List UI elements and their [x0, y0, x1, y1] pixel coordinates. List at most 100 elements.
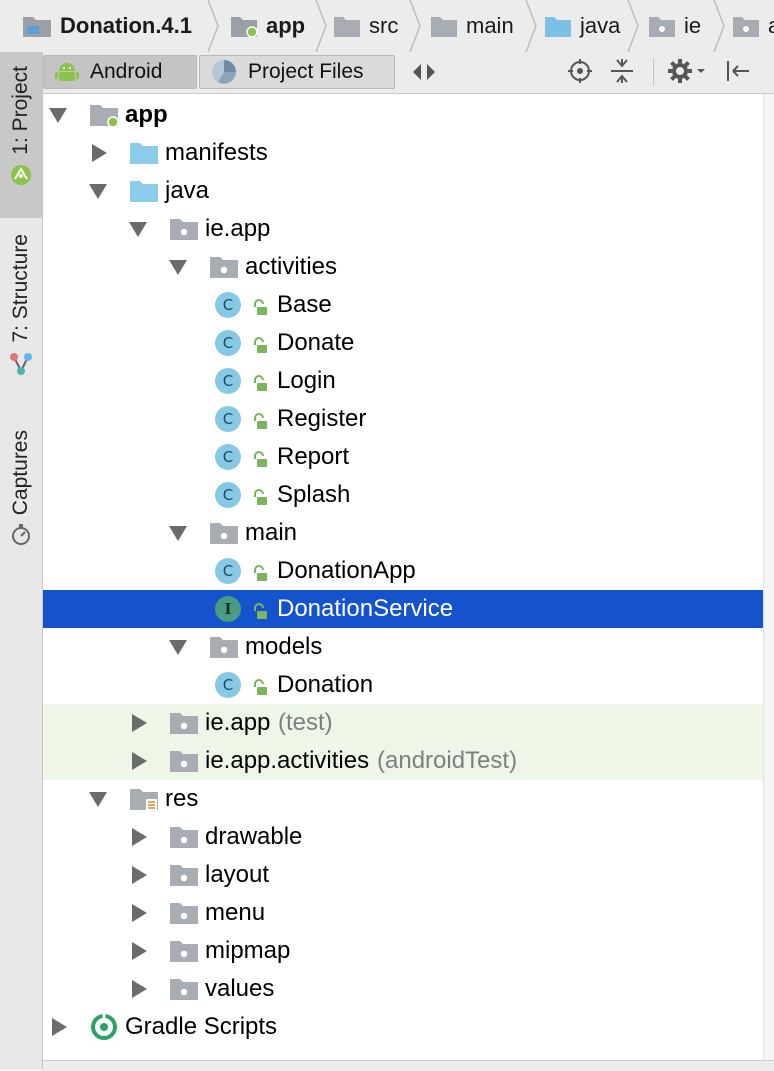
tree-item[interactable]: app	[43, 96, 764, 134]
collapse-all-icon[interactable]	[609, 58, 635, 84]
tree-item-label: models	[245, 633, 323, 660]
gradle-icon	[89, 1012, 119, 1042]
tree-item[interactable]: layout	[43, 856, 764, 894]
expand-arrow-right-icon[interactable]	[132, 714, 147, 732]
tree-item-label: ie.app	[205, 709, 271, 736]
hide-panel-icon[interactable]	[725, 58, 751, 84]
expand-arrow-right-icon[interactable]	[132, 828, 147, 846]
folder-icon	[333, 14, 361, 38]
project-files-icon	[210, 58, 238, 86]
class-icon: C	[215, 482, 241, 508]
breadcrumb-item-app-package[interactable]: a	[732, 0, 774, 52]
expand-arrow-down-icon[interactable]	[129, 222, 147, 237]
switch-view-icon[interactable]	[411, 62, 437, 82]
package-icon	[169, 824, 199, 850]
interface-icon: I	[215, 596, 241, 622]
package-icon	[169, 216, 199, 242]
breadcrumb-item-app[interactable]: app	[230, 0, 305, 52]
structure-icon	[8, 351, 34, 382]
tree-item[interactable]: ie.app (test)	[43, 704, 764, 742]
expand-arrow-down-icon[interactable]	[89, 184, 107, 199]
class-icon: C	[215, 330, 241, 356]
expand-arrow-right-icon[interactable]	[92, 144, 107, 162]
expand-arrow-down-icon[interactable]	[169, 640, 187, 655]
tree-item-label: activities	[245, 253, 338, 280]
tree-item[interactable]: res	[43, 780, 764, 818]
tree-item[interactable]: models	[43, 628, 764, 666]
tree-item[interactable]: C Donate	[43, 324, 764, 362]
breadcrumb-item-java[interactable]: java	[544, 0, 620, 52]
tree-item[interactable]: mipmap	[43, 932, 764, 970]
expand-arrow-right-icon[interactable]	[132, 980, 147, 998]
public-lock-icon	[251, 296, 269, 324]
class-icon: C	[215, 672, 241, 698]
tree-item-label: mipmap	[205, 937, 291, 964]
tree-item[interactable]: C Login	[43, 362, 764, 400]
tree-item[interactable]: ie.app.activities (androidTest)	[43, 742, 764, 780]
tree-item[interactable]: ie.app	[43, 210, 764, 248]
side-tab-captures[interactable]: Captures	[0, 430, 42, 570]
public-lock-icon	[251, 334, 269, 362]
tree-item-label: DonationService	[277, 595, 454, 622]
breadcrumb-item-project[interactable]: Donation.4.1	[22, 0, 192, 52]
tree-item-label: Donate	[277, 329, 355, 356]
breadcrumb-item-ie[interactable]: ie	[648, 0, 701, 52]
locate-icon[interactable]	[567, 58, 593, 84]
expand-arrow-down-icon[interactable]	[169, 526, 187, 541]
tree-item[interactable]: C Splash	[43, 476, 764, 514]
module-folder-icon	[230, 14, 258, 38]
tree-item[interactable]: C Base	[43, 286, 764, 324]
stopwatch-icon	[9, 523, 33, 552]
tree-item[interactable]: java	[43, 172, 764, 210]
tree-item[interactable]: main	[43, 514, 764, 552]
tree-item-label: Register	[277, 405, 367, 432]
breadcrumb-item-src[interactable]: src	[333, 0, 398, 52]
tree-item[interactable]: activities	[43, 248, 764, 286]
class-icon: C	[215, 368, 241, 394]
side-tab-project[interactable]: 1: Project	[0, 52, 42, 218]
expand-arrow-down-icon[interactable]	[89, 792, 107, 807]
tab-android-view[interactable]: Android	[43, 55, 197, 89]
package-icon	[169, 748, 199, 774]
project-folder-icon	[22, 14, 52, 38]
expand-arrow-right-icon[interactable]	[132, 904, 147, 922]
settings-icon[interactable]	[667, 58, 707, 84]
tree-item[interactable]: drawable	[43, 818, 764, 856]
tree-item[interactable]: Gradle Scripts	[43, 1008, 764, 1046]
package-icon	[648, 14, 676, 38]
horizontal-scrollbar[interactable]	[43, 1060, 774, 1071]
tree-item[interactable]: values	[43, 970, 764, 1008]
tree-item-label: layout	[205, 861, 270, 888]
expand-arrow-down-icon[interactable]	[49, 108, 67, 123]
side-tab-structure[interactable]: 7: Structure	[0, 234, 42, 404]
expand-arrow-right-icon[interactable]	[132, 752, 147, 770]
tree-item-label: Base	[277, 291, 332, 318]
tree-item[interactable]: C DonationApp	[43, 552, 764, 590]
project-tree: app manifests java ie.app activities C Base C Do…	[43, 94, 764, 1060]
tree-item[interactable]: manifests	[43, 134, 764, 172]
android-icon	[54, 59, 80, 85]
tree-item[interactable]: C Report	[43, 438, 764, 476]
breadcrumb: Donation.4.1 app src main java ie	[0, 0, 774, 53]
tree-item-label: Donation	[277, 671, 374, 698]
breadcrumb-item-main[interactable]: main	[430, 0, 514, 52]
tree-item[interactable]: C Register	[43, 400, 764, 438]
tool-window-strip: 1: Project 7: Structure Captures	[0, 52, 43, 1070]
source-set-suffix: (test)	[278, 709, 333, 736]
source-set-suffix: (androidTest)	[377, 747, 518, 774]
package-icon	[169, 710, 199, 736]
tree-item[interactable]: I DonationService	[43, 590, 764, 628]
expand-arrow-right-icon[interactable]	[52, 1018, 67, 1036]
vertical-scrollbar[interactable]	[763, 94, 774, 1060]
tree-item[interactable]: C Donation	[43, 666, 764, 704]
expand-arrow-right-icon[interactable]	[132, 942, 147, 960]
package-icon	[169, 938, 199, 964]
folder-blue-icon	[129, 178, 159, 204]
source-folder-icon	[544, 14, 572, 38]
expand-arrow-right-icon[interactable]	[132, 866, 147, 884]
tree-item[interactable]: menu	[43, 894, 764, 932]
project-toolbar: Android Project Files	[43, 52, 774, 94]
tree-item-label: ie.app.activities	[205, 747, 370, 774]
tab-project-files[interactable]: Project Files	[199, 55, 395, 89]
expand-arrow-down-icon[interactable]	[169, 260, 187, 275]
